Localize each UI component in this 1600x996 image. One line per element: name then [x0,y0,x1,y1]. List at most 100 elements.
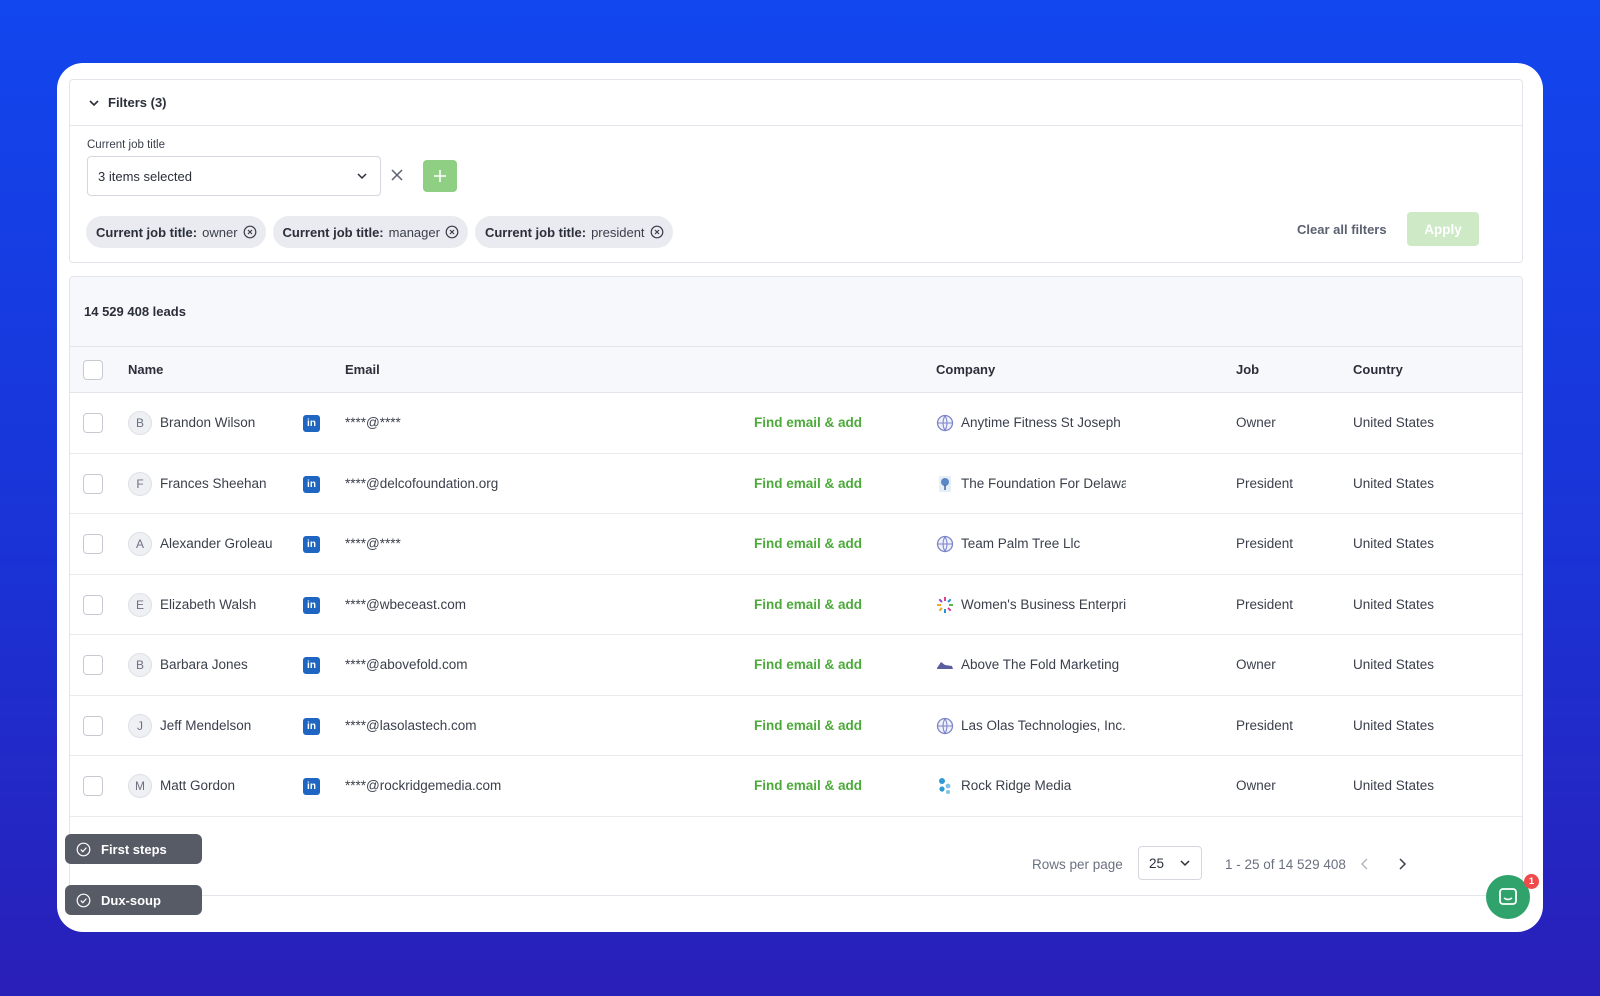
clear-all-filters-link[interactable]: Clear all filters [1297,222,1387,237]
row-checkbox[interactable] [83,534,103,554]
lead-job: Owner [1236,415,1276,430]
lead-country: United States [1353,717,1435,733]
chip-key: Current job title: [484,224,587,240]
filter-chip: Current job title: owner [86,216,266,248]
chip-value: president [591,224,645,240]
lead-job: Owner [1236,657,1276,672]
job-title-label: Current job title [87,139,165,151]
chevron-left-icon[interactable] [1356,855,1374,873]
find-email-add-link[interactable]: Find email & add [754,536,862,551]
table-row[interactable]: J Jeff Mendelson in ****@lasolastech.com… [70,696,1522,756]
row-checkbox[interactable] [83,594,103,615]
linkedin-icon[interactable]: in [303,596,320,614]
chevron-down-icon [357,173,367,180]
linkedin-icon[interactable]: in [303,415,320,432]
select-all-checkbox[interactable] [83,360,103,380]
chevron-down-icon [89,99,99,106]
plus-icon [434,170,446,182]
remove-chip-icon[interactable] [445,225,459,239]
globe-icon [936,414,954,432]
lead-job: President [1236,596,1294,612]
lead-country: United States [1353,657,1435,672]
row-checkbox[interactable] [83,473,103,494]
filter-chip: Current job title: president [474,216,673,248]
lead-country: United States [1353,536,1435,551]
filters-header[interactable]: Filters (3) [70,80,1522,126]
find-email-add-link[interactable]: Find email & add [754,597,862,612]
lead-job: President [1236,475,1294,491]
chat-notification-badge: 1 [1524,874,1539,889]
apply-button[interactable]: Apply [1407,212,1479,246]
row-checkbox[interactable] [83,655,103,675]
job-title-select[interactable]: 3 items selected [87,156,381,196]
lead-email: ****@abovefold.com [345,657,468,672]
table-row[interactable]: B Barbara Jones in ****@abovefold.com Fi… [70,635,1522,696]
rows-per-page-label: Rows per page [1032,857,1123,872]
filters-title: Filters (3) [108,95,167,110]
leads-count-bar: 14 529 408 leads [70,277,1522,347]
chevron-right-icon[interactable] [1393,855,1411,873]
row-checkbox[interactable] [83,715,103,736]
rows-per-page-select[interactable]: 25 [1138,846,1202,880]
globe-icon [936,535,954,553]
chevron-down-icon [1180,860,1190,867]
lead-email: ****@wbeceast.com [345,596,467,612]
check-circle-icon [76,893,91,907]
column-header-company: Company [936,362,996,377]
first-steps-label: First steps [101,841,167,857]
pagination-bar: Rows per page 25 1 - 25 of 14 529 408 [70,837,1522,895]
linkedin-icon[interactable]: in [303,536,320,553]
globe-icon [936,717,954,735]
table-row[interactable]: B Brandon Wilson in ****@**** Find email… [70,393,1522,454]
row-checkbox[interactable] [83,776,103,796]
linkedin-icon[interactable]: in [303,475,320,493]
table-row[interactable]: M Matt Gordon in ****@rockridgemedia.com… [70,756,1522,817]
find-email-add-link[interactable]: Find email & add [754,718,862,733]
filters-panel: Filters (3) Current job title 3 items se… [69,79,1523,263]
remove-chip-icon[interactable] [243,225,257,239]
lead-job: President [1236,536,1294,551]
avatar: M [128,774,152,798]
dots-logo-icon [936,777,954,795]
lead-email: ****@lasolastech.com [345,717,477,733]
first-steps-button[interactable]: First steps [65,834,202,864]
add-filter-button[interactable] [423,160,457,192]
linkedin-icon[interactable]: in [303,778,320,795]
table-row[interactable]: A Alexander Groleau in ****@**** Find em… [70,514,1522,575]
chip-key: Current job title: [282,224,384,240]
filter-chip: Current job title: manager [272,216,468,248]
lead-company: Above The Fold Marketing [961,657,1120,672]
avatar: J [128,713,152,738]
dux-soup-label: Dux-soup [101,892,161,908]
find-email-add-link[interactable]: Find email & add [754,476,862,491]
lead-company: Women's Business Enterprise [961,596,1126,612]
active-filter-chips: Current job title: owner Current job tit… [86,216,673,248]
avatar: E [128,592,152,617]
table-row[interactable]: F Frances Sheehan in ****@delcofoundatio… [70,454,1522,514]
pagination-range: 1 - 25 of 14 529 408 [1225,857,1346,872]
column-header-country: Country [1353,362,1403,377]
chip-value: owner [202,224,238,240]
table-row[interactable]: E Elizabeth Walsh in ****@wbeceast.com F… [70,575,1522,635]
find-email-add-link[interactable]: Find email & add [754,415,862,430]
remove-chip-icon[interactable] [650,225,664,239]
find-email-add-link[interactable]: Find email & add [754,657,862,672]
clear-selection-icon[interactable] [388,166,406,184]
lead-name: Frances Sheehan [160,475,267,491]
linkedin-icon[interactable]: in [303,717,320,735]
lead-company: Las Olas Technologies, Inc. [961,717,1126,733]
lead-country: United States [1353,475,1435,491]
chip-value: manager [388,224,440,240]
column-header-job: Job [1236,362,1260,377]
linkedin-icon[interactable]: in [303,657,320,674]
lead-email: ****@rockridgemedia.com [345,778,502,793]
find-email-add-link[interactable]: Find email & add [754,778,862,793]
avatar: B [128,411,152,435]
dux-soup-button[interactable]: Dux-soup [65,885,202,915]
column-header-name: Name [128,362,164,377]
row-checkbox[interactable] [83,413,103,433]
chat-icon [1499,888,1517,905]
lead-company: The Foundation For Delaware [961,475,1126,491]
lead-name: Matt Gordon [160,778,236,793]
job-title-select-value: 3 items selected [98,168,192,184]
